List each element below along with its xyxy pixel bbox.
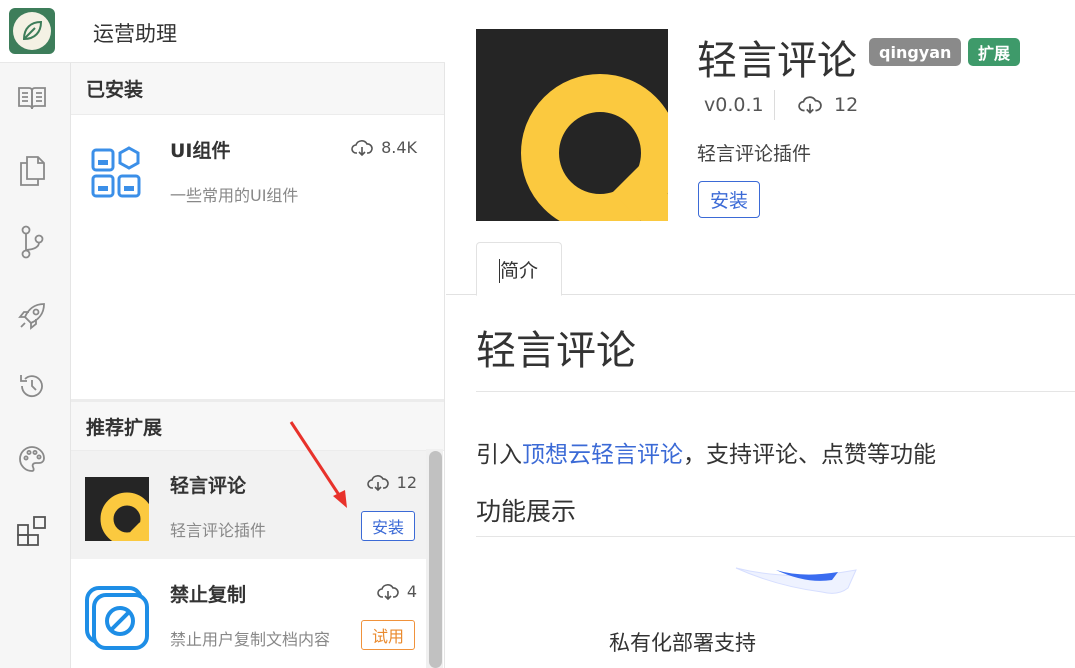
divider xyxy=(774,90,775,120)
type-badge: 扩展 xyxy=(968,38,1021,66)
extension-desc: 禁止用户复制文档内容 xyxy=(170,630,331,649)
scrollbar-thumb[interactable] xyxy=(429,451,442,668)
palette-icon[interactable] xyxy=(15,442,49,476)
app-header: 运营助理 xyxy=(0,0,445,63)
download-count-value: 8.4K xyxy=(381,138,417,157)
tab-intro[interactable]: 简介 xyxy=(476,242,562,296)
installed-section-title: 已安装 xyxy=(71,63,444,115)
download-count: 8.4K xyxy=(351,138,417,157)
author-badge: qingyan xyxy=(869,38,962,66)
version-label: v0.0.1 xyxy=(704,94,764,116)
leaf-icon xyxy=(13,12,51,50)
doc-link[interactable]: 顶想云轻言评论 xyxy=(522,442,683,468)
qingyan-logo xyxy=(85,477,154,546)
download-count-value: 12 xyxy=(396,473,417,492)
activity-bar xyxy=(0,63,71,668)
cloud-download-icon xyxy=(377,583,399,600)
download-count: 4 xyxy=(377,582,417,601)
app-window: 运营助理 已安装 UI组件 一些常用的UI组件 8.4K 推荐扩展 轻言评论 轻… xyxy=(0,0,1075,668)
annotation-arrow xyxy=(289,421,347,508)
divider xyxy=(476,391,1075,392)
extension-panel: 已安装 UI组件 一些常用的UI组件 8.4K 推荐扩展 轻言评论 轻言评论插件… xyxy=(71,63,445,668)
extensions-icon[interactable] xyxy=(15,514,49,548)
extension-name: 禁止复制 xyxy=(170,584,247,606)
detail-description: 轻言评论插件 xyxy=(697,143,812,165)
extension-name: UI组件 xyxy=(170,140,231,162)
rocket-icon[interactable] xyxy=(15,299,49,333)
doc-text: ，支持评论、点赞等功能 xyxy=(683,442,936,468)
no-copy-icon xyxy=(85,586,149,650)
copy-icon[interactable] xyxy=(15,154,49,188)
cloud-download-icon xyxy=(798,96,822,114)
cloud-download-icon xyxy=(366,474,389,491)
app-title: 运营助理 xyxy=(93,22,177,46)
extension-name: 轻言评论 xyxy=(170,475,247,497)
doc-text: 引入 xyxy=(476,442,522,468)
recommended-item-qingyan[interactable]: 轻言评论 轻言评论插件 12 安装 xyxy=(71,451,431,559)
extension-desc: 轻言评论插件 xyxy=(170,521,267,540)
divider xyxy=(476,536,1075,537)
text-caret xyxy=(499,259,500,283)
history-icon[interactable] xyxy=(15,369,49,403)
widgets-icon xyxy=(85,142,149,206)
recommended-item-no-copy[interactable]: 禁止复制 禁止用户复制文档内容 4 试用 xyxy=(71,560,431,668)
extension-desc: 一些常用的UI组件 xyxy=(170,186,299,205)
extension-detail: 轻言评论 qingyan 扩展 v0.0.1 12 轻言评论插件 安装 简介 轻… xyxy=(446,0,1075,668)
doc-title: 轻言评论 xyxy=(476,328,636,374)
download-count: 12 xyxy=(366,473,417,492)
doc-paragraph: 引入顶想云轻言评论，支持评论、点赞等功能 xyxy=(476,435,936,469)
detail-download-count: 12 xyxy=(798,94,858,116)
feature-image xyxy=(735,567,857,594)
detail-install-button[interactable]: 安装 xyxy=(698,181,761,218)
detail-download-value: 12 xyxy=(834,94,859,116)
install-button[interactable]: 安装 xyxy=(360,511,415,541)
doc-caption: 私有化部署支持 xyxy=(609,631,756,655)
git-branch-icon[interactable] xyxy=(15,225,49,259)
detail-title: 轻言评论 xyxy=(697,38,857,84)
book-icon[interactable] xyxy=(15,81,49,115)
app-logo[interactable] xyxy=(9,8,55,54)
qingyan-logo-large xyxy=(476,29,682,235)
cloud-download-icon xyxy=(351,139,373,156)
recommended-section-title: 推荐扩展 xyxy=(71,399,444,451)
try-button[interactable]: 试用 xyxy=(360,620,415,650)
download-count-value: 4 xyxy=(406,582,417,601)
doc-heading: 功能展示 xyxy=(476,497,577,526)
installed-item-ui-components[interactable]: UI组件 一些常用的UI组件 8.4K xyxy=(71,116,431,224)
